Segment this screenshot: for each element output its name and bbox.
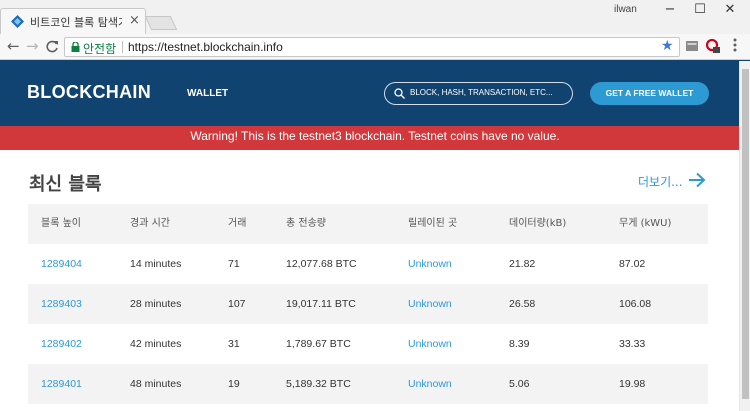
- col-header-transactions: 거래: [228, 218, 247, 229]
- minimize-icon[interactable]: −: [655, 0, 685, 22]
- block-weight: 87.02: [619, 258, 646, 270]
- search-icon: [394, 88, 405, 99]
- new-tab-button[interactable]: [144, 16, 178, 30]
- block-height-link[interactable]: 1289404: [41, 244, 82, 284]
- block-age: 14 minutes: [130, 258, 182, 270]
- get-free-wallet-button[interactable]: GET A FREE WALLET: [590, 82, 709, 105]
- block-total-sent: 12,077.68 BTC: [286, 258, 357, 270]
- block-total-sent: 19,017.11 BTC: [286, 298, 356, 310]
- browser-tabstrip: 비트코인 블록 탐색기 - × ilwan − ☐ ✕: [0, 0, 750, 34]
- browser-toolbar: ← → 안전함 https://testnet.blockchain.info …: [0, 34, 750, 60]
- site-logo[interactable]: BLOCKCHAIN: [27, 82, 151, 103]
- nav-wallet-link[interactable]: WALLET: [187, 88, 228, 99]
- forward-arrow-icon[interactable]: →: [26, 37, 39, 55]
- site-header: BLOCKCHAIN WALLET BLOCK, HASH, TRANSACTI…: [0, 60, 750, 126]
- profile-name[interactable]: ilwan: [614, 4, 637, 15]
- col-header-height: 블록 높이: [41, 218, 81, 229]
- table-row: 1289401 48 minutes 19 5,189.32 BTC Unkno…: [28, 364, 708, 404]
- block-weight: 33.33: [619, 338, 646, 350]
- arrow-right-icon[interactable]: [688, 172, 706, 188]
- block-size: 21.82: [509, 258, 536, 270]
- address-bar[interactable]: 안전함 https://testnet.blockchain.info ★: [64, 37, 680, 57]
- col-header-total-sent: 총 전송량: [286, 218, 326, 229]
- back-arrow-icon[interactable]: ←: [7, 37, 20, 55]
- col-header-weight: 무게 (kWU): [619, 218, 672, 229]
- block-size: 5.06: [509, 378, 530, 390]
- page-scrollbar[interactable]: [739, 61, 750, 411]
- block-size: 8.39: [509, 338, 530, 350]
- menu-kebab-icon[interactable]: [733, 38, 737, 52]
- block-size: 26.58: [509, 298, 536, 310]
- bookmark-star-icon[interactable]: ★: [661, 38, 674, 54]
- block-height-link[interactable]: 1289402: [41, 324, 82, 364]
- col-header-age: 경과 시간: [130, 218, 170, 229]
- block-total-sent: 5,189.32 BTC: [286, 378, 351, 390]
- tab-close-icon[interactable]: ×: [129, 13, 140, 29]
- opera-extension-icon[interactable]: [706, 39, 720, 53]
- table-row: 1289403 28 minutes 107 19,017.11 BTC Unk…: [28, 284, 708, 324]
- block-age: 48 minutes: [130, 378, 182, 390]
- block-tx-count: 31: [228, 338, 240, 350]
- block-weight: 19.98: [619, 378, 646, 390]
- block-relayed-by-link[interactable]: Unknown: [408, 324, 452, 364]
- block-relayed-by-link[interactable]: Unknown: [408, 244, 452, 284]
- testnet-warning-banner: Warning! This is the testnet3 blockchain…: [0, 126, 750, 150]
- browser-tab[interactable]: 비트코인 블록 탐색기 - ×: [0, 8, 146, 34]
- block-tx-count: 19: [228, 378, 240, 390]
- latest-blocks-table: 블록 높이 경과 시간 거래 총 전송량 릴레이된 곳 데이터량(kB) 무게 …: [28, 204, 708, 404]
- table-header-row: 블록 높이 경과 시간 거래 총 전송량 릴레이된 곳 데이터량(kB) 무게 …: [28, 204, 708, 244]
- secure-label: 안전함: [83, 42, 117, 56]
- latest-blocks-title: 최신 블록: [29, 174, 102, 195]
- col-header-relayed-by: 릴레이된 곳: [408, 218, 458, 229]
- tab-title: 비트코인 블록 탐색기 -: [30, 16, 122, 29]
- omnibox-divider: [122, 41, 123, 53]
- block-relayed-by-link[interactable]: Unknown: [408, 364, 452, 404]
- reload-icon[interactable]: [46, 40, 59, 53]
- extension-icon[interactable]: [686, 40, 698, 52]
- block-tx-count: 71: [228, 258, 240, 270]
- block-age: 42 minutes: [130, 338, 182, 350]
- block-relayed-by-link[interactable]: Unknown: [408, 284, 452, 324]
- block-total-sent: 1,789.67 BTC: [286, 338, 351, 350]
- block-height-link[interactable]: 1289403: [41, 284, 82, 324]
- table-row: 1289402 42 minutes 31 1,789.67 BTC Unkno…: [28, 324, 708, 364]
- maximize-icon[interactable]: ☐: [685, 0, 715, 22]
- more-link[interactable]: 더보기...: [638, 173, 683, 190]
- block-tx-count: 107: [228, 298, 246, 310]
- col-header-size: 데이터량(kB): [509, 218, 567, 229]
- search-input[interactable]: BLOCK, HASH, TRANSACTION, ETC...: [384, 82, 573, 105]
- table-row: 1289404 14 minutes 71 12,077.68 BTC Unkn…: [28, 244, 708, 284]
- block-age: 28 minutes: [130, 298, 182, 310]
- block-weight: 106.08: [619, 298, 652, 310]
- blockchain-favicon-icon: [11, 15, 24, 28]
- block-height-link[interactable]: 1289401: [41, 364, 82, 404]
- lock-icon: [71, 42, 80, 52]
- search-placeholder: BLOCK, HASH, TRANSACTION, ETC...: [410, 88, 553, 97]
- scrollbar-thumb[interactable]: [742, 69, 749, 399]
- close-window-icon[interactable]: ✕: [715, 0, 745, 22]
- url-text[interactable]: https://testnet.blockchain.info: [128, 40, 283, 54]
